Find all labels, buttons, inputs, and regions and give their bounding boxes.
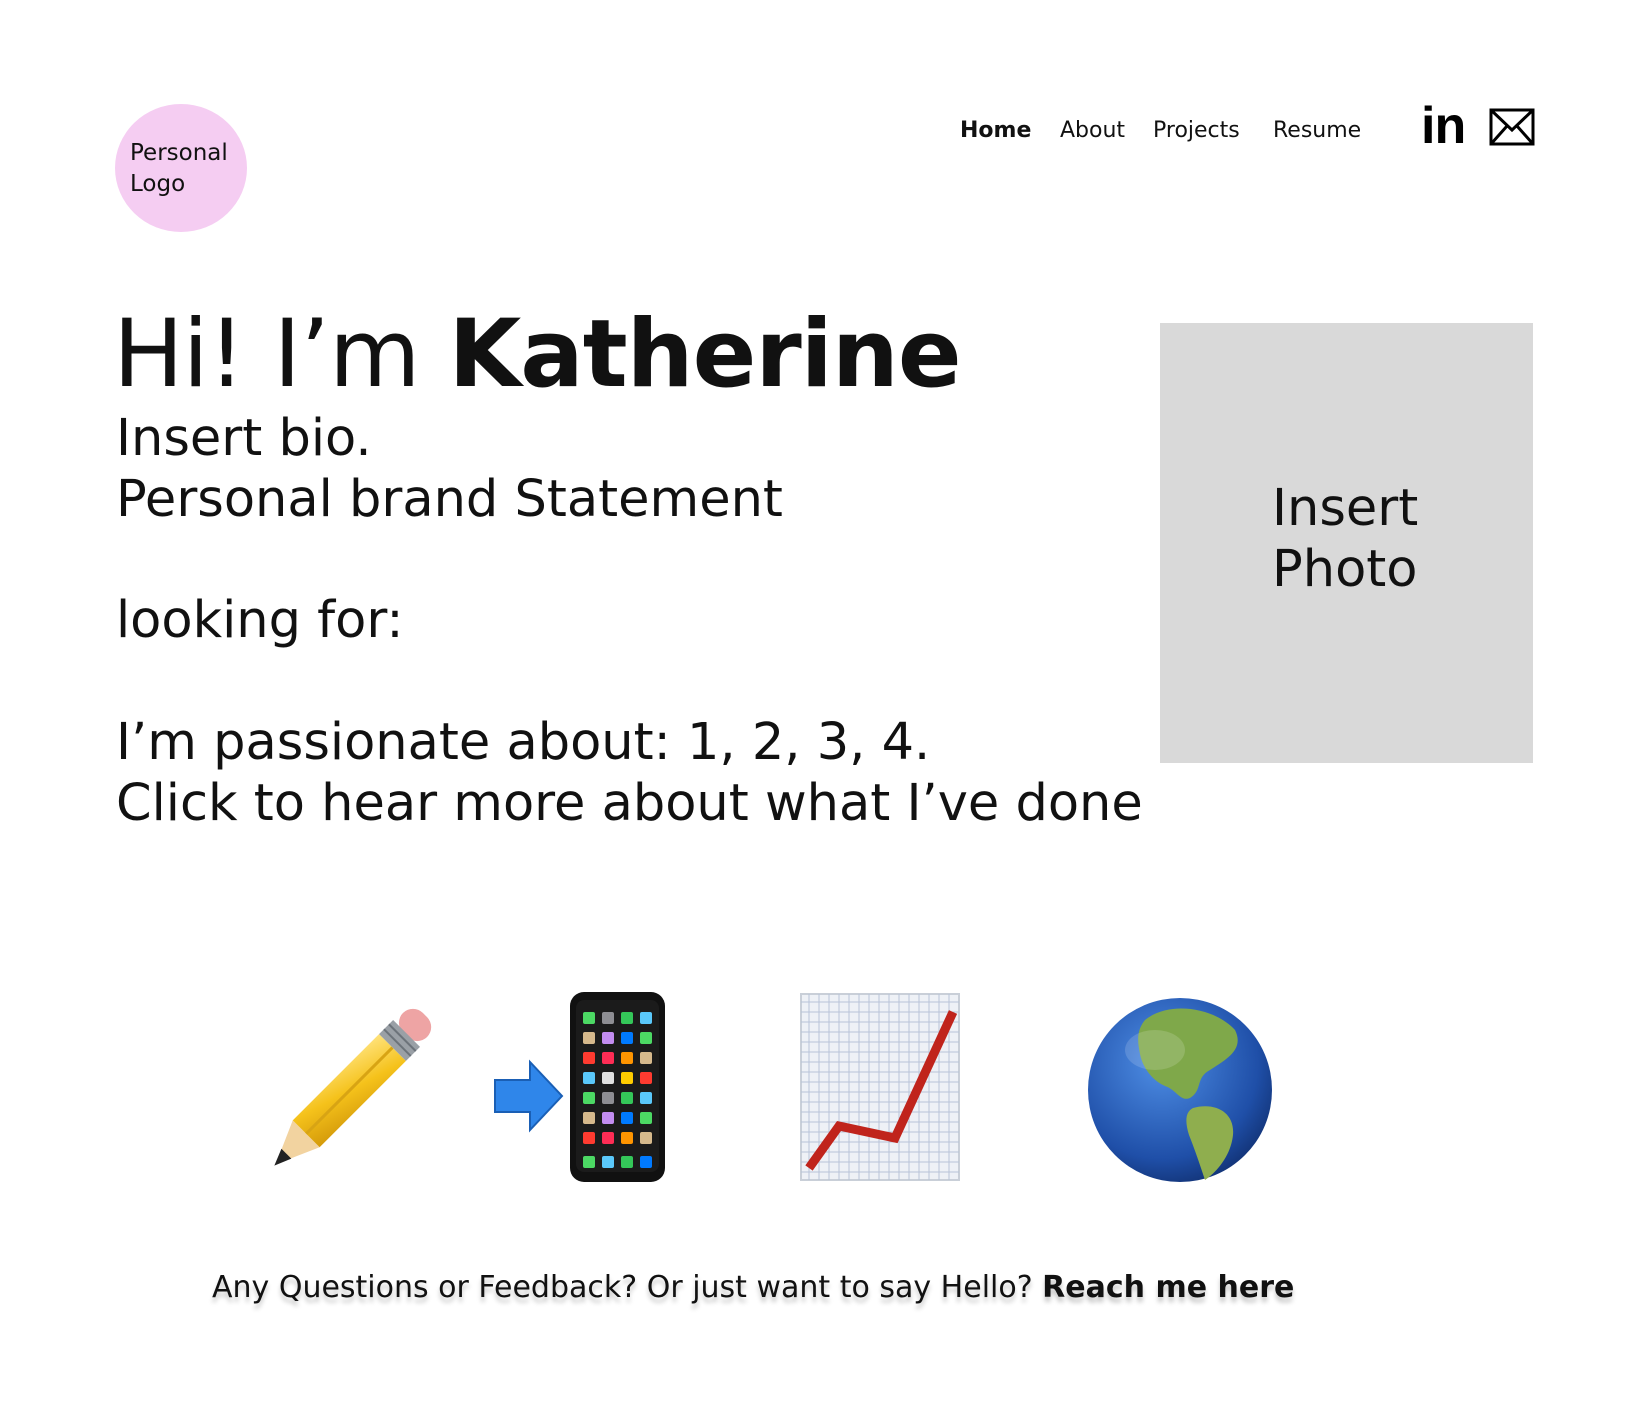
looking-for-text: looking for: [116, 591, 404, 650]
globe-americas-icon[interactable] [1085, 990, 1275, 1190]
linkedin-icon[interactable]: in [1421, 100, 1466, 152]
passions-text: I’m passionate about: 1, 2, 3, 4. [116, 713, 931, 772]
footer-text: Any Questions or Feedback? Or just want … [212, 1270, 1043, 1305]
logo-line-2: Logo [130, 171, 186, 197]
personal-logo[interactable]: Personal Logo [115, 104, 247, 232]
mail-icon[interactable] [1489, 108, 1535, 146]
bio-text: Insert bio. [116, 409, 372, 468]
pencil-icon[interactable] [255, 990, 445, 1190]
nav-resume-link[interactable]: Resume [1273, 118, 1361, 143]
photo-placeholder: Insert Photo [1160, 323, 1533, 763]
contact-footer: Any Questions or Feedback? Or just want … [212, 1268, 1294, 1308]
reach-me-link[interactable]: Reach me here [1042, 1270, 1294, 1305]
nav-projects-link[interactable]: Projects [1153, 118, 1240, 143]
photo-placeholder-line-1: Insert [1272, 479, 1419, 538]
chart-increasing-icon[interactable] [795, 990, 965, 1190]
hero-title: Hi! I’m Katherine [113, 300, 962, 409]
photo-placeholder-line-2: Photo [1272, 540, 1418, 599]
logo-line-1: Personal [130, 140, 228, 166]
nav-home-link[interactable]: Home [960, 118, 1031, 143]
brand-statement: Personal brand Statement [116, 470, 783, 529]
hero-greeting: Hi! I’m [113, 300, 421, 409]
projects-cta-link[interactable]: Click to hear more about what I’ve done [116, 774, 1143, 834]
nav-about-link[interactable]: About [1060, 118, 1125, 143]
phone-with-arrow-icon[interactable] [490, 990, 670, 1190]
hero-name: Katherine [448, 300, 961, 409]
